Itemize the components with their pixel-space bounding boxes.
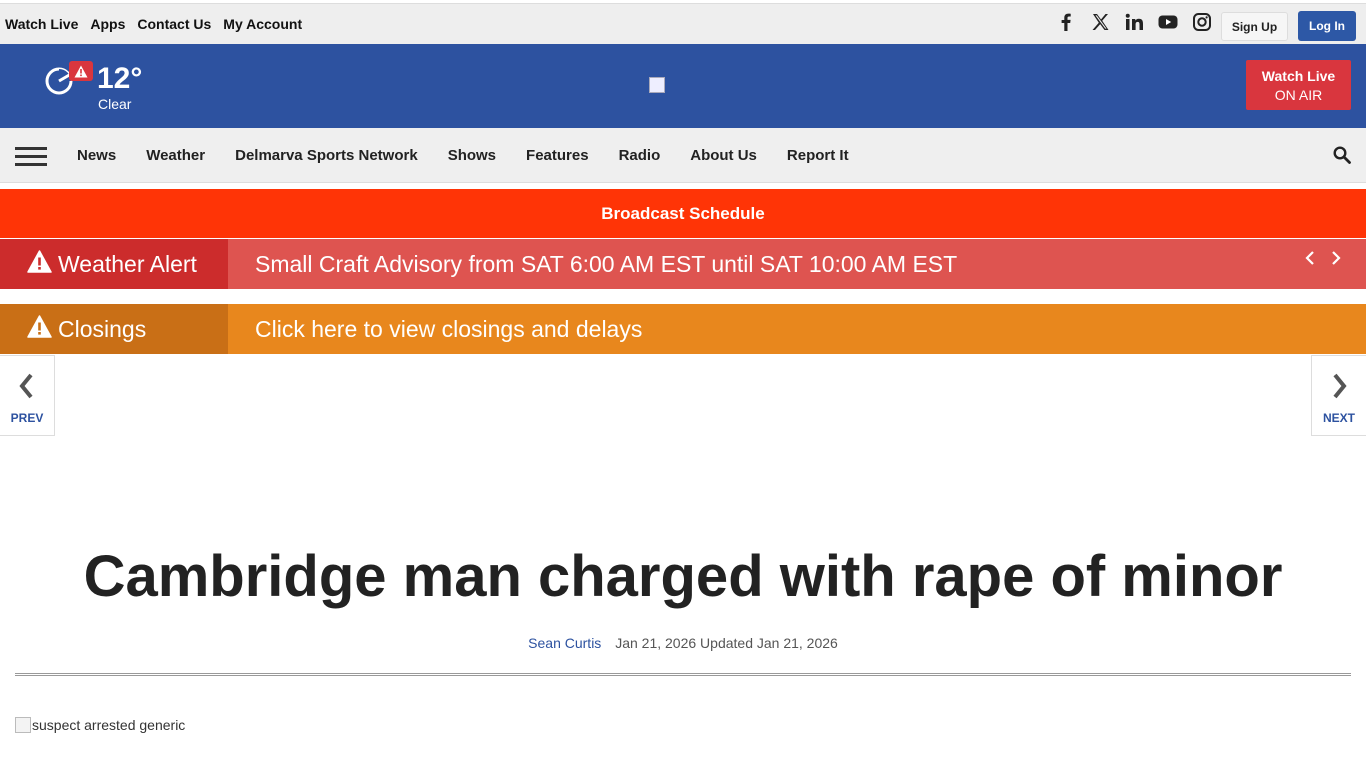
weather-alert-label: Weather Alert <box>58 250 197 277</box>
image-alt-text: suspect arrested generic <box>32 717 186 733</box>
weather-widget[interactable]: 12° Clear <box>44 61 154 112</box>
site-header: 12° Clear Watch Live ON AIR <box>0 44 1366 128</box>
divider <box>15 673 1351 676</box>
instagram-icon[interactable] <box>1192 12 1212 32</box>
linkedin-icon[interactable] <box>1124 12 1144 32</box>
next-label: NEXT <box>1322 411 1355 425</box>
chevron-left-icon[interactable] <box>1304 249 1316 272</box>
broadcast-schedule-banner[interactable]: Broadcast Schedule <box>0 189 1366 238</box>
top-links: Watch Live Apps Contact Us My Account <box>5 16 302 32</box>
alert-arrows <box>1304 249 1342 272</box>
youtube-icon[interactable] <box>1158 12 1178 32</box>
next-article-button[interactable]: NEXT <box>1311 355 1366 436</box>
search-icon[interactable] <box>1333 146 1351 169</box>
article-dates: Jan 21, 2026 Updated Jan 21, 2026 <box>615 635 838 651</box>
weather-alert-bar[interactable]: Weather Alert Small Craft Advisory from … <box>0 239 1366 289</box>
nav-item-news[interactable]: News <box>77 147 116 164</box>
top-link-contact-us[interactable]: Contact Us <box>137 16 211 32</box>
top-link-apps[interactable]: Apps <box>90 16 125 32</box>
article-headline: Cambridge man charged with rape of minor <box>83 544 1283 609</box>
weather-alert-badge[interactable] <box>69 61 93 81</box>
nav-items: News Weather Delmarva Sports Network Sho… <box>77 147 849 164</box>
broken-image-icon <box>15 717 31 733</box>
author-link[interactable]: Sean Curtis <box>528 635 601 651</box>
nav-item-weather[interactable]: Weather <box>146 147 205 164</box>
prev-label: PREV <box>10 411 44 425</box>
top-link-my-account[interactable]: My Account <box>223 16 302 32</box>
top-link-watch-live[interactable]: Watch Live <box>5 16 78 32</box>
on-air-label: ON AIR <box>1274 87 1323 103</box>
chevron-left-icon <box>17 373 37 404</box>
log-in-button[interactable]: Log In <box>1298 11 1356 41</box>
weather-condition: Clear <box>98 96 132 112</box>
main-nav: News Weather Delmarva Sports Network Sho… <box>0 128 1366 183</box>
closings-message[interactable]: Click here to view closings and delays <box>228 304 1366 354</box>
closings-label: Closings <box>58 315 147 342</box>
nav-item-about-us[interactable]: About Us <box>690 147 757 164</box>
chevron-right-icon <box>1329 373 1349 404</box>
article-image[interactable]: suspect arrested generic <box>15 717 185 733</box>
watch-live-label: Watch Live <box>1261 68 1336 84</box>
nav-item-features[interactable]: Features <box>526 147 589 164</box>
closings-label-box: Closings <box>0 304 228 354</box>
nav-item-report-it[interactable]: Report It <box>787 147 849 164</box>
closings-bar[interactable]: Closings Click here to view closings and… <box>0 304 1366 354</box>
site-logo[interactable] <box>649 77 665 93</box>
warning-icon <box>27 249 58 279</box>
x-icon[interactable] <box>1090 12 1110 32</box>
nav-item-radio[interactable]: Radio <box>619 147 661 164</box>
social-links <box>1056 12 1212 32</box>
sign-up-button[interactable]: Sign Up <box>1221 12 1288 41</box>
watch-live-button[interactable]: Watch Live ON AIR <box>1246 60 1351 110</box>
temperature: 12° <box>97 62 143 95</box>
chevron-right-icon[interactable] <box>1330 249 1342 272</box>
weather-alert-label-box: Weather Alert <box>0 239 228 289</box>
nav-item-shows[interactable]: Shows <box>448 147 496 164</box>
nav-item-delmarva-sports-network[interactable]: Delmarva Sports Network <box>235 147 418 164</box>
warning-icon <box>27 314 58 344</box>
top-bar: Watch Live Apps Contact Us My Account Si… <box>0 3 1366 44</box>
hamburger-menu-icon[interactable] <box>15 147 47 171</box>
facebook-icon[interactable] <box>1056 12 1076 32</box>
prev-article-button[interactable]: PREV <box>0 355 55 436</box>
weather-alert-message[interactable]: Small Craft Advisory from SAT 6:00 AM ES… <box>228 239 1366 289</box>
article-byline: Sean Curtis Jan 21, 2026 Updated Jan 21,… <box>0 635 1366 651</box>
